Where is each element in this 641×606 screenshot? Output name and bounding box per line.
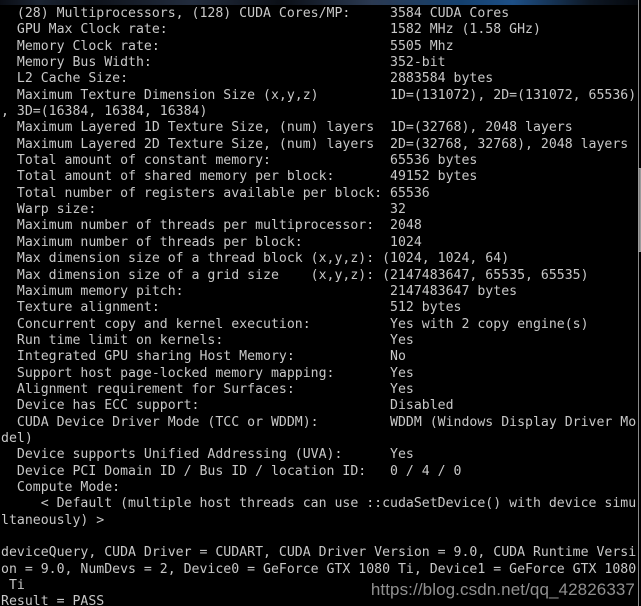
console-line: Compute Mode: [1,479,121,495]
console-line: Device PCI Domain ID / Bus ID / location… [1,463,462,479]
console-line: Device supports Unified Addressing (UVA)… [1,447,414,463]
console-line: Memory Bus Width: 352-bit [1,55,446,71]
console-line: Texture alignment: 512 bytes [1,300,462,316]
console-output-text: (28) Multiprocessors, (128) CUDA Cores/M… [0,6,641,606]
console-line: Warp size: 32 [1,202,406,218]
console-line: Total amount of shared memory per block:… [1,169,478,185]
console-line: Maximum Layered 1D Texture Size, (num) l… [1,120,573,136]
console-line: Max dimension size of a thread block (x,… [1,251,510,267]
console-line: Memory Clock rate: 5505 Mhz [1,38,454,54]
console-line: Alignment requirement for Surfaces: Yes [1,381,414,397]
console-line: Device has ECC support: Disabled [1,398,454,414]
console-line: Maximum Texture Dimension Size (x,y,z) 1… [1,87,637,103]
console-line: (28) Multiprocessors, (128) CUDA Cores/M… [1,6,510,21]
console-line: CUDA Device Driver Mode (TCC or WDDM): W… [1,414,637,430]
console-line: Total number of registers available per … [1,185,430,201]
console-line: Total amount of constant memory: 65536 b… [1,153,478,169]
console-line: L2 Cache Size: 2883584 bytes [1,71,494,87]
console-line: ltaneously) > [1,512,105,528]
console-line: Run time limit on kernels: Yes [1,332,414,348]
console-line: Maximum number of threads per block: 102… [1,234,422,250]
console-line: Integrated GPU sharing Host Memory: No [1,349,406,365]
console-line: Support host page-locked memory mapping:… [1,365,414,381]
console-line: , 3D=(16384, 16384, 16384) [1,104,208,120]
console-window: (28) Multiprocessors, (128) CUDA Cores/M… [0,0,641,606]
console-line: Max dimension size of a grid size (x,y,z… [1,267,589,283]
console-line: Maximum memory pitch: 2147483647 bytes [1,283,518,299]
console-line: Concurrent copy and kernel execution: Ye… [1,316,589,332]
console-line: del) [1,430,33,446]
console-line: Maximum Layered 2D Texture Size, (num) l… [1,136,629,152]
console-line: deviceQuery, CUDA Driver = CUDART, CUDA … [1,545,637,561]
console-line: on = 9.0, NumDevs = 2, Device0 = GeForce… [1,561,637,577]
console-line: < Default (multiple host threads can use… [1,496,637,512]
console-line: GPU Max Clock rate: 1582 MHz (1.58 GHz) [1,22,541,38]
console-line: Maximum number of threads per multiproce… [1,218,422,234]
csdn-watermark: https://blog.csdn.net/qq_42826337 [370,580,635,599]
